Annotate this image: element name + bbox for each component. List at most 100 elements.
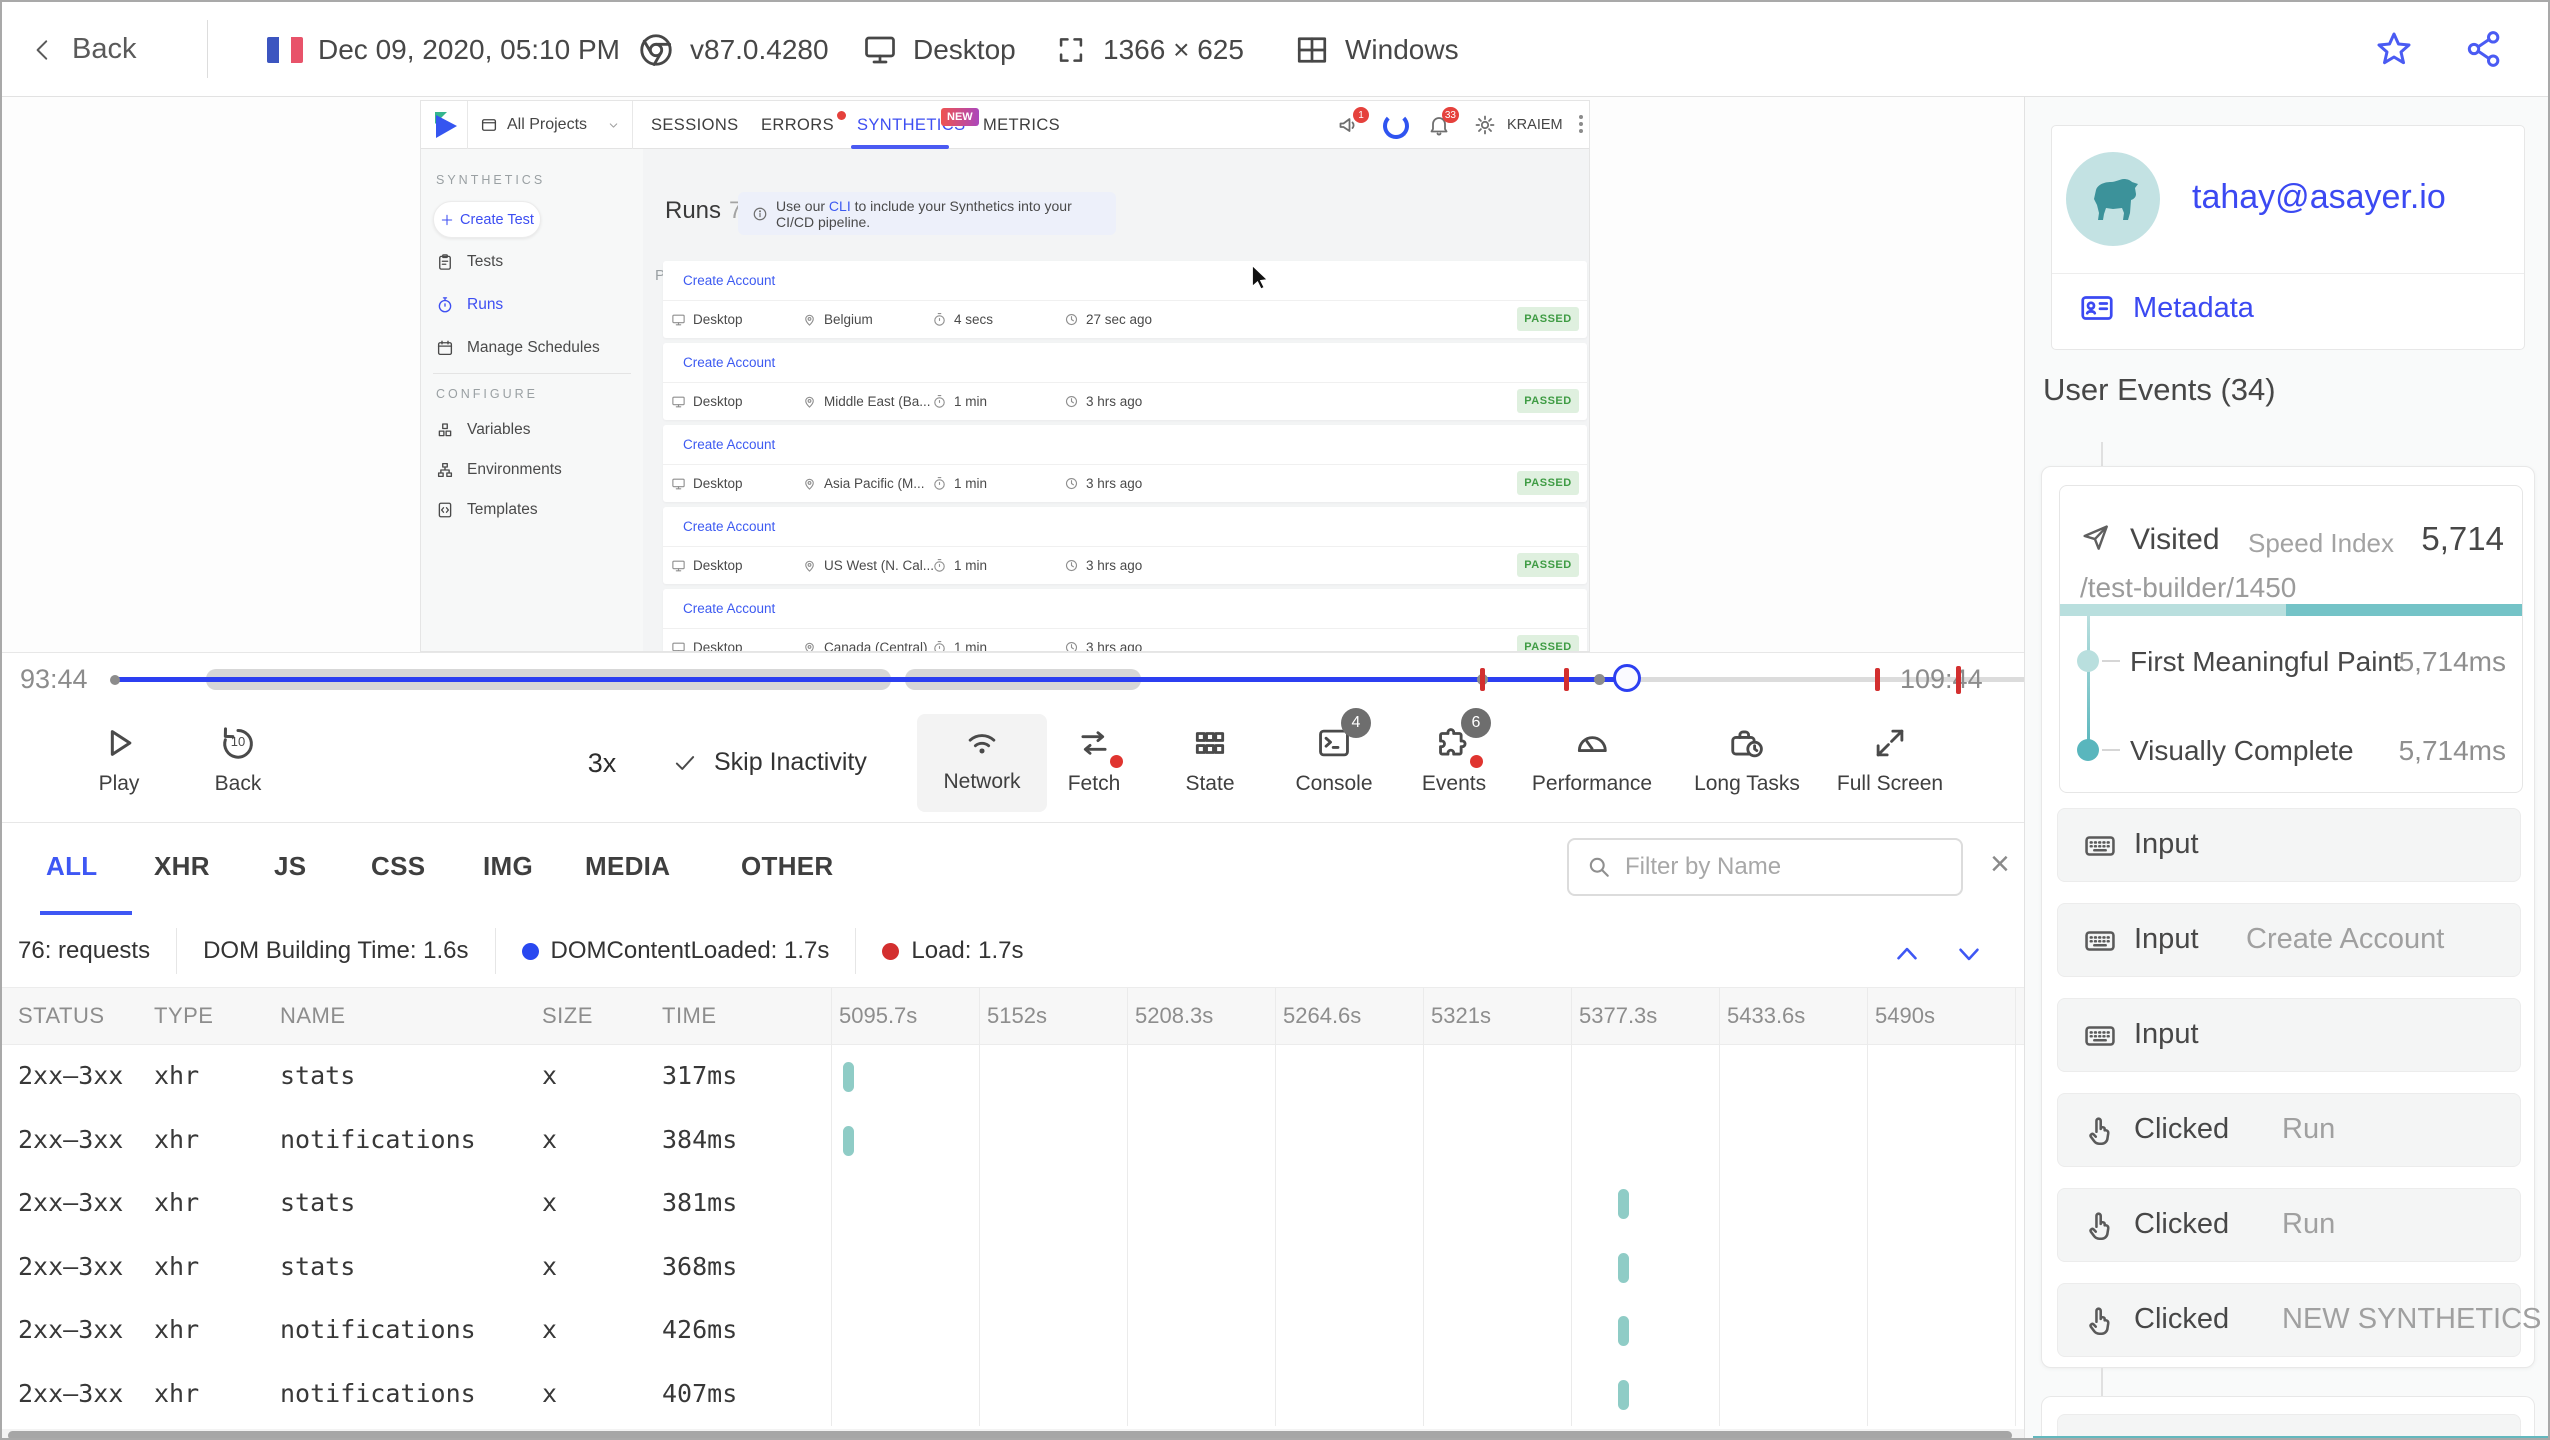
run-card[interactable]: Create Account Desktop Middle East (Ba..…	[663, 343, 1587, 420]
run-name-link[interactable]: Create Account	[683, 273, 775, 288]
horizontal-scrollbar[interactable]	[2, 1429, 2024, 1438]
bell-count-badge: 33	[1441, 107, 1459, 123]
waterfall-bar	[1618, 1252, 1629, 1283]
jump-previous-button chevron-up-icon[interactable]	[1890, 937, 1924, 971]
panel-button-long-tasks[interactable]: Long Tasks	[1672, 716, 1822, 816]
request-name: stats	[280, 1251, 356, 1281]
run-name-link[interactable]: Create Account	[683, 437, 775, 452]
user-event-card[interactable]: Input	[2057, 808, 2521, 882]
tab-other[interactable]: OTHER	[741, 851, 834, 882]
time-tick-label: 5377.3s	[1579, 1003, 1658, 1028]
run-name-link[interactable]: Create Account	[683, 519, 775, 534]
stopwatch-icon	[934, 558, 945, 572]
tab-all[interactable]: ALL	[46, 851, 97, 882]
tab-css[interactable]: CSS	[371, 851, 425, 882]
panel-button-console[interactable]: 4 Console	[1269, 708, 1399, 816]
network-request-row[interactable]: 2xx–3xx xhr notifications x 384ms	[2, 1109, 2024, 1173]
visited-event-card[interactable]: Visited Speed Index 5,714 /test-builder/…	[2059, 485, 2523, 793]
jump-next-button chevron-down-icon[interactable]	[1952, 937, 1986, 971]
run-name-link[interactable]: Create Account	[683, 601, 775, 616]
favorite-button[interactable]	[2374, 29, 2414, 69]
panel-button-network[interactable]: Network	[917, 714, 1047, 812]
network-request-row[interactable]: 2xx–3xx xhr stats x 381ms	[2, 1172, 2024, 1236]
metadata-button[interactable]: Metadata	[2079, 290, 2254, 326]
sidebar-item-variables[interactable]: Variables	[436, 421, 530, 439]
run-location: Asia Pacific (M...	[824, 475, 925, 491]
console-count-badge: 4	[1341, 708, 1371, 738]
waterfall-bar	[843, 1062, 854, 1092]
sidebar-item-tests[interactable]: Tests	[436, 253, 503, 271]
event-type-label: Input	[2134, 1018, 2199, 1050]
sidebar-item-templates[interactable]: Templates	[436, 501, 538, 519]
back-button[interactable]: Back	[30, 2, 136, 97]
app-nav-sessions[interactable]: SESSIONS	[651, 101, 739, 149]
sidebar-item-manage-schedules[interactable]: Manage Schedules	[436, 339, 600, 357]
panel-button-performance[interactable]: Performance	[1517, 716, 1667, 816]
sidebar-item-runs[interactable]: Runs	[436, 296, 503, 314]
network-request-row[interactable]: 2xx–3xx xhr notifications x 407ms	[2, 1363, 2024, 1427]
cli-link[interactable]: CLI	[829, 198, 851, 214]
user-event-card[interactable]: Clicked NEW SYNTHETICS	[2057, 1283, 2541, 1357]
network-filter-input[interactable]	[1625, 853, 1945, 881]
timeline-track[interactable]	[110, 664, 2064, 692]
run-status-badge: PASSED	[1517, 635, 1579, 651]
state-grid-icon	[1195, 732, 1225, 754]
tab-img[interactable]: IMG	[483, 851, 533, 882]
playhead-handle[interactable]	[1612, 664, 1641, 692]
settings-button[interactable]	[1473, 113, 1497, 137]
run-card[interactable]: Create Account Desktop Asia Pacific (M..…	[663, 425, 1587, 502]
red-dot-icon	[882, 942, 900, 960]
monitor-icon	[672, 396, 685, 407]
panel-button-fetch[interactable]: Fetch	[1029, 716, 1159, 816]
click-hand-icon	[2089, 1212, 2110, 1241]
full-screen-button[interactable]: Full Screen	[1815, 716, 1965, 816]
share-button[interactable]	[2464, 29, 2504, 69]
create-test-button[interactable]: Create Test	[433, 201, 541, 238]
user-email[interactable]: tahay@asayer.io	[2192, 178, 2446, 217]
location-pin-icon	[805, 314, 814, 326]
network-request-row[interactable]: 2xx–3xx xhr notifications x 426ms	[2, 1299, 2024, 1363]
app-nav-metrics[interactable]: METRICS	[983, 101, 1060, 149]
app-user-menu[interactable]: KRAIEM	[1507, 101, 1563, 149]
timeline-red-event-tick	[1956, 666, 1961, 694]
network-request-row[interactable]: 2xx–3xx xhr stats x 317ms	[2, 1045, 2024, 1109]
run-card[interactable]: Create Account Desktop Belgium 4 secs 27…	[663, 261, 1587, 338]
sidebar-item-environments[interactable]: Environments	[436, 461, 562, 479]
back-10s-button[interactable]: 10 Back	[173, 716, 303, 816]
panel-button-events[interactable]: 6 Events	[1389, 708, 1519, 816]
tab-xhr[interactable]: XHR	[154, 851, 210, 882]
visited-label: Visited	[2130, 523, 2220, 556]
close-panel-button[interactable]: ×	[1990, 845, 2010, 884]
network-filter-box[interactable]	[1567, 838, 1963, 896]
kebab-menu-icon[interactable]	[1579, 115, 1583, 133]
user-event-card[interactable]: Clicked Run	[2057, 1093, 2521, 1167]
network-request-rows: 2xx–3xx xhr stats x 317ms 2xx–3xx xhr no…	[2, 1045, 2024, 1426]
run-duration: 4 secs	[954, 311, 994, 327]
announcements-button[interactable]: 1	[1337, 107, 1369, 137]
tab-media[interactable]: MEDIA	[585, 851, 670, 882]
playback-speed-button[interactable]: 3x	[562, 748, 642, 779]
network-request-row[interactable]: 2xx–3xx xhr stats x 368ms	[2, 1236, 2024, 1300]
run-card[interactable]: Create Account Desktop Canada (Central) …	[663, 589, 1587, 651]
os-info: Windows	[1294, 2, 1459, 97]
user-event-card[interactable]: Input Create Account	[2057, 903, 2521, 977]
scrollbar-thumb[interactable]	[8, 1431, 2012, 1438]
notifications-button[interactable]: 33	[1427, 107, 1459, 137]
user-event-card[interactable]: Clicked Run	[2057, 1188, 2521, 1262]
play-button[interactable]: Play	[54, 716, 184, 816]
tab-js[interactable]: JS	[274, 851, 306, 882]
run-name-link[interactable]: Create Account	[683, 355, 775, 370]
skip-inactivity-toggle[interactable]: Skip Inactivity	[672, 748, 867, 777]
request-status: 2xx–3xx	[18, 1124, 124, 1154]
app-nav-errors[interactable]: ERRORS	[761, 101, 846, 149]
request-type: xhr	[154, 1061, 200, 1090]
run-card[interactable]: Create Account Desktop US West (N. Cal..…	[663, 507, 1587, 584]
clock-icon	[1065, 477, 1078, 489]
time-tick-label: 5433.6s	[1727, 1003, 1806, 1028]
project-selector[interactable]: All Projects	[467, 101, 633, 149]
request-name: notifications	[280, 1124, 476, 1154]
panel-button-state[interactable]: State	[1145, 716, 1275, 816]
blue-dot-icon	[521, 942, 539, 960]
request-size: x	[542, 1061, 558, 1090]
user-event-card[interactable]: Input	[2057, 998, 2521, 1072]
